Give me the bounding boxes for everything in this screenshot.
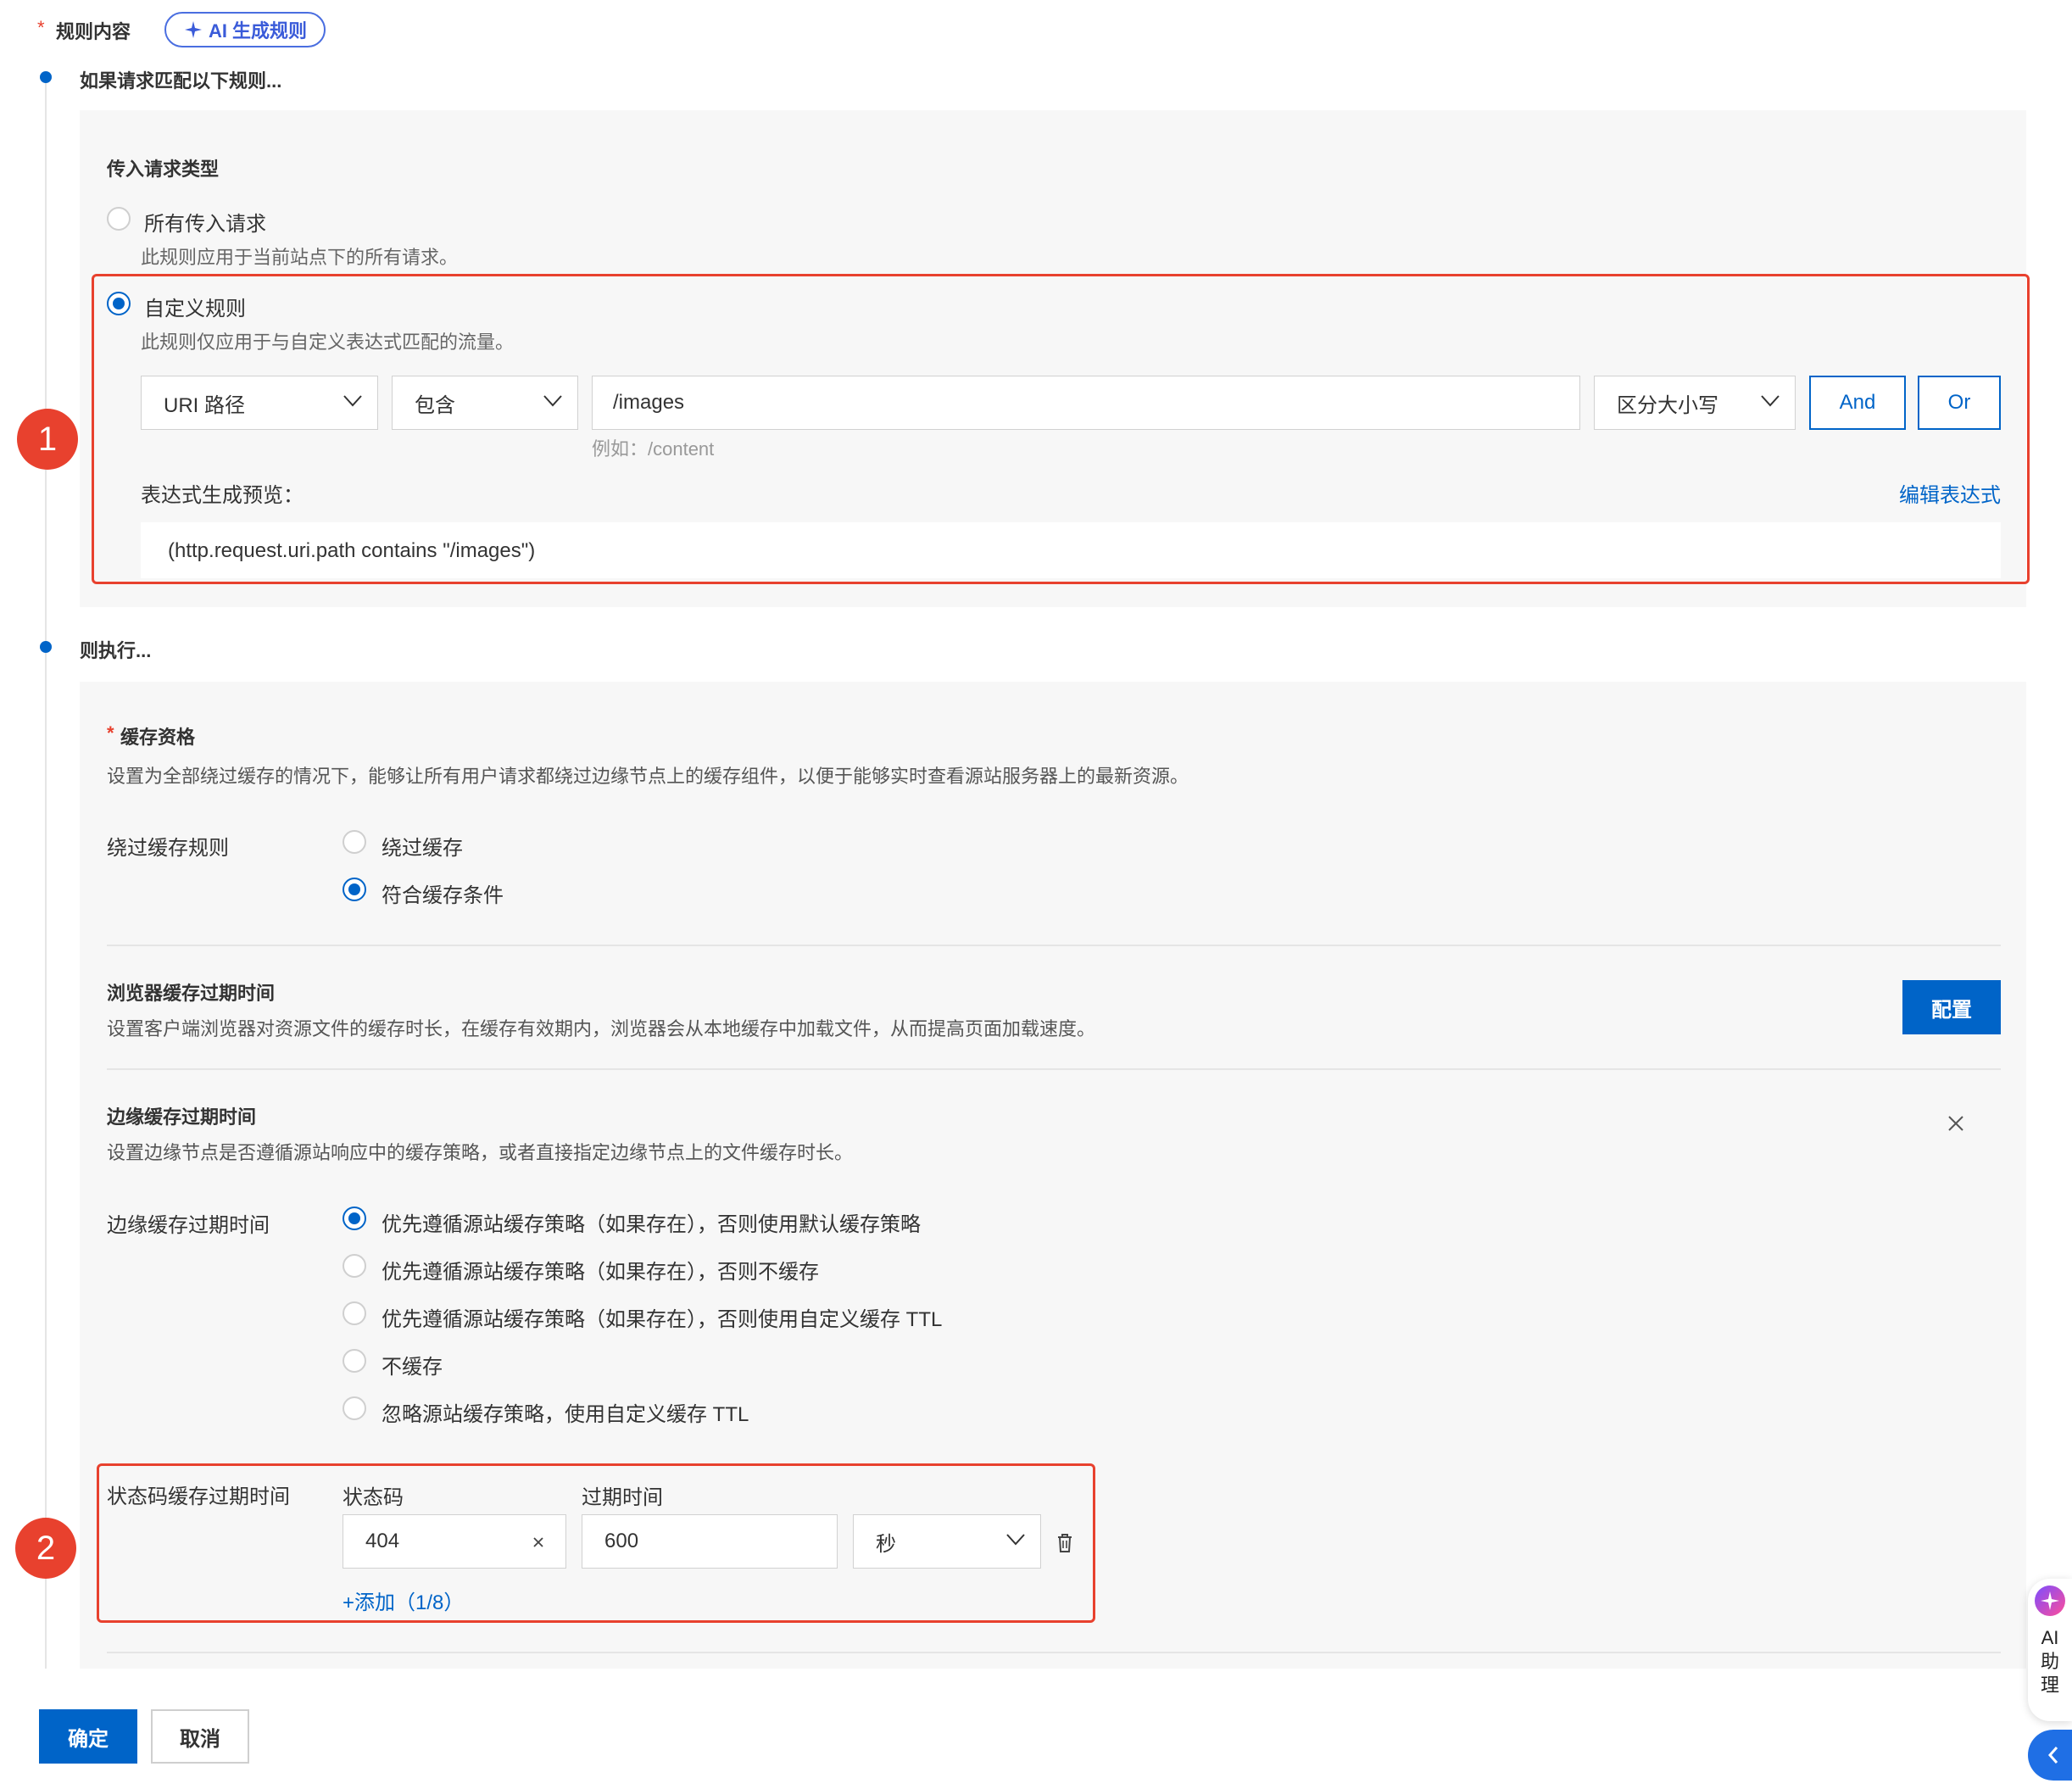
radio-edge-option-5-label: 忽略源站缓存策略，使用自定义缓存 TTL [382,1403,749,1426]
edge-cache-rule-label: 边缘缓存过期时间 [107,1214,270,1237]
radio-eligible-cache-label: 符合缓存条件 [382,884,504,907]
browser-cache-title: 浏览器缓存过期时间 [107,983,276,1004]
radio-edge-option-3-label: 优先遵循源站缓存策略（如果存在），否则使用自定义缓存 TTL [382,1308,943,1331]
ai-assistant-widget[interactable]: AI 助 理 [2028,1579,2072,1721]
radio-bypass-cache-label: 绕过缓存 [382,837,463,860]
timeline-line [45,83,47,1669]
radio-all-requests[interactable] [107,207,131,231]
radio-edge-option-5[interactable] [343,1396,366,1420]
required-mark: * [37,17,45,38]
browser-cache-desc: 设置客户端浏览器对资源文件的缓存时长，在缓存有效期内，浏览器会从本地缓存中加载文… [107,1018,1096,1039]
timeline-dot-if [40,71,52,83]
confirm-button[interactable]: 确定 [39,1709,137,1764]
annotation-badge-1: 1 [17,409,78,470]
cache-eligibility-title: 缓存资格 [120,727,196,748]
divider [107,945,2001,946]
then-section-title: 则执行... [80,640,152,661]
timeline-dot-then [40,641,52,653]
bypass-rule-label: 绕过缓存规则 [107,837,229,860]
annotation-badge-2: 2 [15,1518,76,1579]
radio-eligible-cache[interactable] [343,878,366,901]
browser-cache-config-button[interactable]: 配置 [1902,980,2001,1034]
ai-assistant-label-3: 理 [2040,1675,2059,1696]
radio-edge-option-2-label: 优先遵循源站缓存策略（如果存在），否则不缓存 [382,1261,819,1284]
radio-edge-option-2[interactable] [343,1254,366,1278]
radio-all-requests-label: 所有传入请求 [144,213,266,236]
sparkle-icon [184,21,202,38]
radio-edge-option-4-label: 不缓存 [382,1356,443,1379]
ai-assistant-label-1: AI [2041,1627,2059,1648]
radio-edge-option-1-label: 优先遵循源站缓存策略（如果存在），否则使用默认缓存策略 [382,1213,921,1236]
radio-edge-option-3[interactable] [343,1301,366,1325]
radio-edge-option-4[interactable] [343,1349,366,1373]
ai-generate-rule-button[interactable]: AI 生成规则 [164,12,326,47]
divider [107,1652,2001,1653]
cache-eligibility-desc: 设置为全部绕过缓存的情况下，能够让所有用户请求都绕过边缘节点上的缓存组件，以便于… [107,766,1189,787]
ai-generate-rule-label: AI 生成规则 [208,20,308,42]
radio-bypass-cache[interactable] [343,830,366,854]
footer-bar [0,1669,2072,1789]
incoming-type-title: 传入请求类型 [107,159,220,180]
section-title: 规则内容 [56,21,131,42]
annotation-box-2 [97,1463,1095,1623]
ai-assistant-icon [2035,1586,2065,1616]
if-section-title: 如果请求匹配以下规则... [80,70,282,92]
divider [107,1068,2001,1070]
ai-assistant-label-2: 助 [2040,1651,2059,1672]
radio-all-requests-desc: 此规则应用于当前站点下的所有请求。 [141,247,459,268]
close-icon[interactable] [1947,1114,1965,1133]
collapse-panel-button[interactable] [2028,1730,2072,1781]
edge-cache-desc: 设置边缘节点是否遵循源站响应中的缓存策略，或者直接指定边缘节点上的文件缓存时长。 [107,1142,854,1163]
radio-edge-option-1[interactable] [343,1207,366,1230]
chevron-left-icon [2047,1747,2058,1764]
cancel-button[interactable]: 取消 [151,1709,249,1764]
annotation-box-1 [92,274,2030,584]
cache-eligibility-required-mark: * [107,722,114,744]
edge-cache-title: 边缘缓存过期时间 [107,1106,257,1128]
